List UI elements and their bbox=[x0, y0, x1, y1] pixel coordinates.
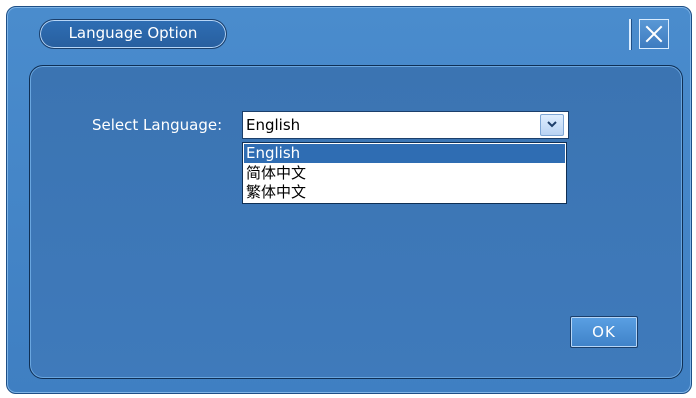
window-title: Language Option bbox=[68, 24, 198, 42]
selected-language-value: English bbox=[246, 116, 301, 134]
chevron-down-icon bbox=[547, 121, 557, 128]
ok-button[interactable]: OK bbox=[570, 316, 638, 348]
close-icon bbox=[645, 25, 663, 43]
dropdown-button[interactable] bbox=[540, 114, 564, 136]
title-pill: Language Option bbox=[39, 19, 227, 49]
titlebar-separator bbox=[629, 19, 631, 50]
select-language-label: Select Language: bbox=[92, 116, 223, 134]
language-option-traditional-chinese[interactable]: 繁体中文 bbox=[244, 183, 565, 202]
language-option-english[interactable]: English bbox=[244, 144, 565, 163]
language-dropdown-list: English 简体中文 繁体中文 bbox=[242, 142, 567, 204]
language-select[interactable]: English bbox=[242, 111, 569, 139]
language-option-simplified-chinese[interactable]: 简体中文 bbox=[244, 164, 565, 183]
title-controls bbox=[629, 19, 673, 51]
close-button[interactable] bbox=[639, 19, 669, 49]
